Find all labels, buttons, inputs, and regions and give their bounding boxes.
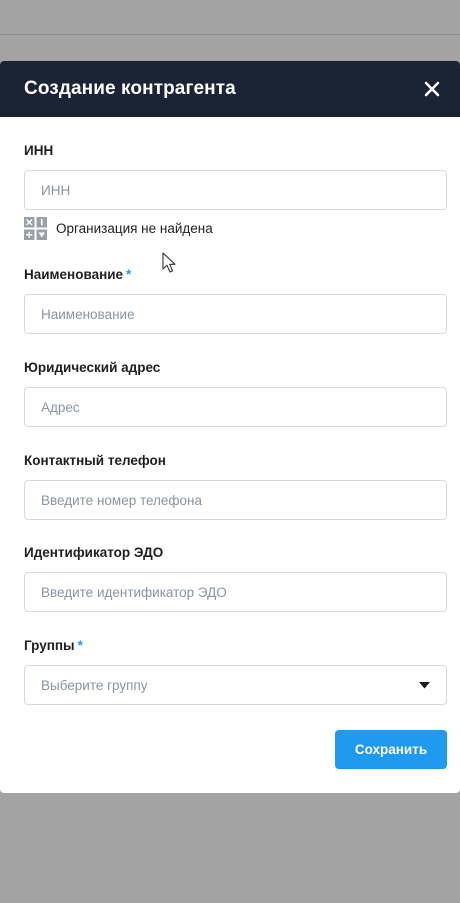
edo-input[interactable]	[24, 572, 447, 612]
name-label-text: Наименование	[24, 267, 124, 282]
modal-title: Создание контрагента	[24, 78, 236, 99]
required-mark: *	[126, 267, 132, 282]
modal-header: Создание контрагента	[0, 61, 460, 117]
address-label: Юридический адрес	[24, 360, 160, 375]
address-label-text: Юридический адрес	[24, 360, 161, 375]
create-counterparty-modal: Создание контрагента ИНН Организация	[0, 61, 460, 793]
name-input[interactable]	[24, 294, 447, 334]
phone-label: Контактный телефон	[24, 453, 166, 468]
close-icon	[424, 81, 440, 97]
lookup-status: Организация не найдена	[24, 217, 213, 240]
lookup-status-text: Организация не найдена	[56, 221, 213, 236]
groups-select[interactable]: Выберите группу	[24, 665, 447, 705]
name-label: Наименование *	[24, 267, 131, 282]
backdrop-divider	[0, 34, 460, 35]
groups-select-placeholder: Выберите группу	[41, 677, 148, 693]
address-input[interactable]	[24, 387, 447, 427]
edo-label: Идентификатор ЭДО	[24, 545, 163, 560]
inn-input[interactable]	[24, 170, 447, 210]
edo-label-text: Идентификатор ЭДО	[24, 545, 164, 560]
save-button[interactable]: Сохранить	[335, 730, 447, 769]
phone-label-text: Контактный телефон	[24, 453, 166, 468]
groups-label: Группы *	[24, 638, 83, 653]
required-mark: *	[77, 638, 83, 653]
groups-label-text: Группы	[24, 638, 75, 653]
close-button[interactable]	[420, 77, 444, 101]
inn-label-text: ИНН	[24, 143, 54, 158]
not-found-icon	[24, 217, 47, 240]
mouse-pointer-icon	[162, 252, 176, 273]
caret-down-icon	[419, 681, 430, 688]
phone-input[interactable]	[24, 480, 447, 520]
inn-label: ИНН	[24, 143, 53, 158]
